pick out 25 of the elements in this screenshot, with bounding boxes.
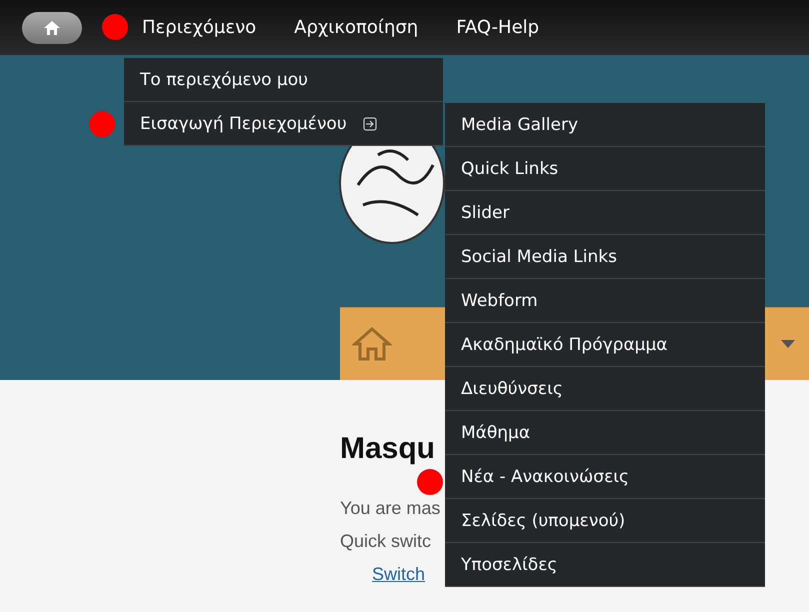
home-icon[interactable] — [352, 326, 392, 362]
submenu-item[interactable]: Σελίδες (υπομενού) — [445, 499, 765, 543]
marker-dot — [417, 469, 443, 495]
switch-back-link[interactable]: Switch — [372, 558, 426, 591]
home-button[interactable] — [22, 12, 82, 44]
page-heading: Masqu — [340, 432, 436, 466]
quick-switches-label: Quick switc — [340, 530, 432, 553]
submenu-item[interactable]: Ακαδημαϊκό Πρόγραμμα — [445, 323, 765, 367]
dropdown-menu-item[interactable]: Το περιεχόμενο μου — [124, 58, 443, 102]
submenu-item[interactable]: Υποσελίδες — [445, 543, 765, 587]
submenu-item[interactable]: Μάθημα — [445, 411, 765, 455]
toolbar-menu-item[interactable]: Περιεχόμενο — [142, 17, 256, 38]
toolbar-menu-item[interactable]: Αρχικοποίηση — [294, 17, 418, 38]
caret-icon[interactable] — [781, 340, 795, 348]
dropdown-menu-item[interactable]: Εισαγωγή Περιεχομένου — [124, 102, 443, 146]
submenu-item[interactable]: Slider — [445, 191, 765, 235]
toolbar-menu-item[interactable]: FAQ-Help — [456, 17, 540, 38]
submenu-item[interactable]: Διευθύνσεις — [445, 367, 765, 411]
submenu-item[interactable]: Webform — [445, 279, 765, 323]
home-icon — [43, 20, 61, 36]
submenu-item[interactable]: Νέα - Ανακοινώσεις — [445, 455, 765, 499]
submenu-item[interactable]: Media Gallery — [445, 103, 765, 147]
submenu-item[interactable]: Social Media Links — [445, 235, 765, 279]
submenu-item[interactable]: Quick Links — [445, 147, 765, 191]
masquerade-status-text: You are mas — [340, 497, 440, 520]
